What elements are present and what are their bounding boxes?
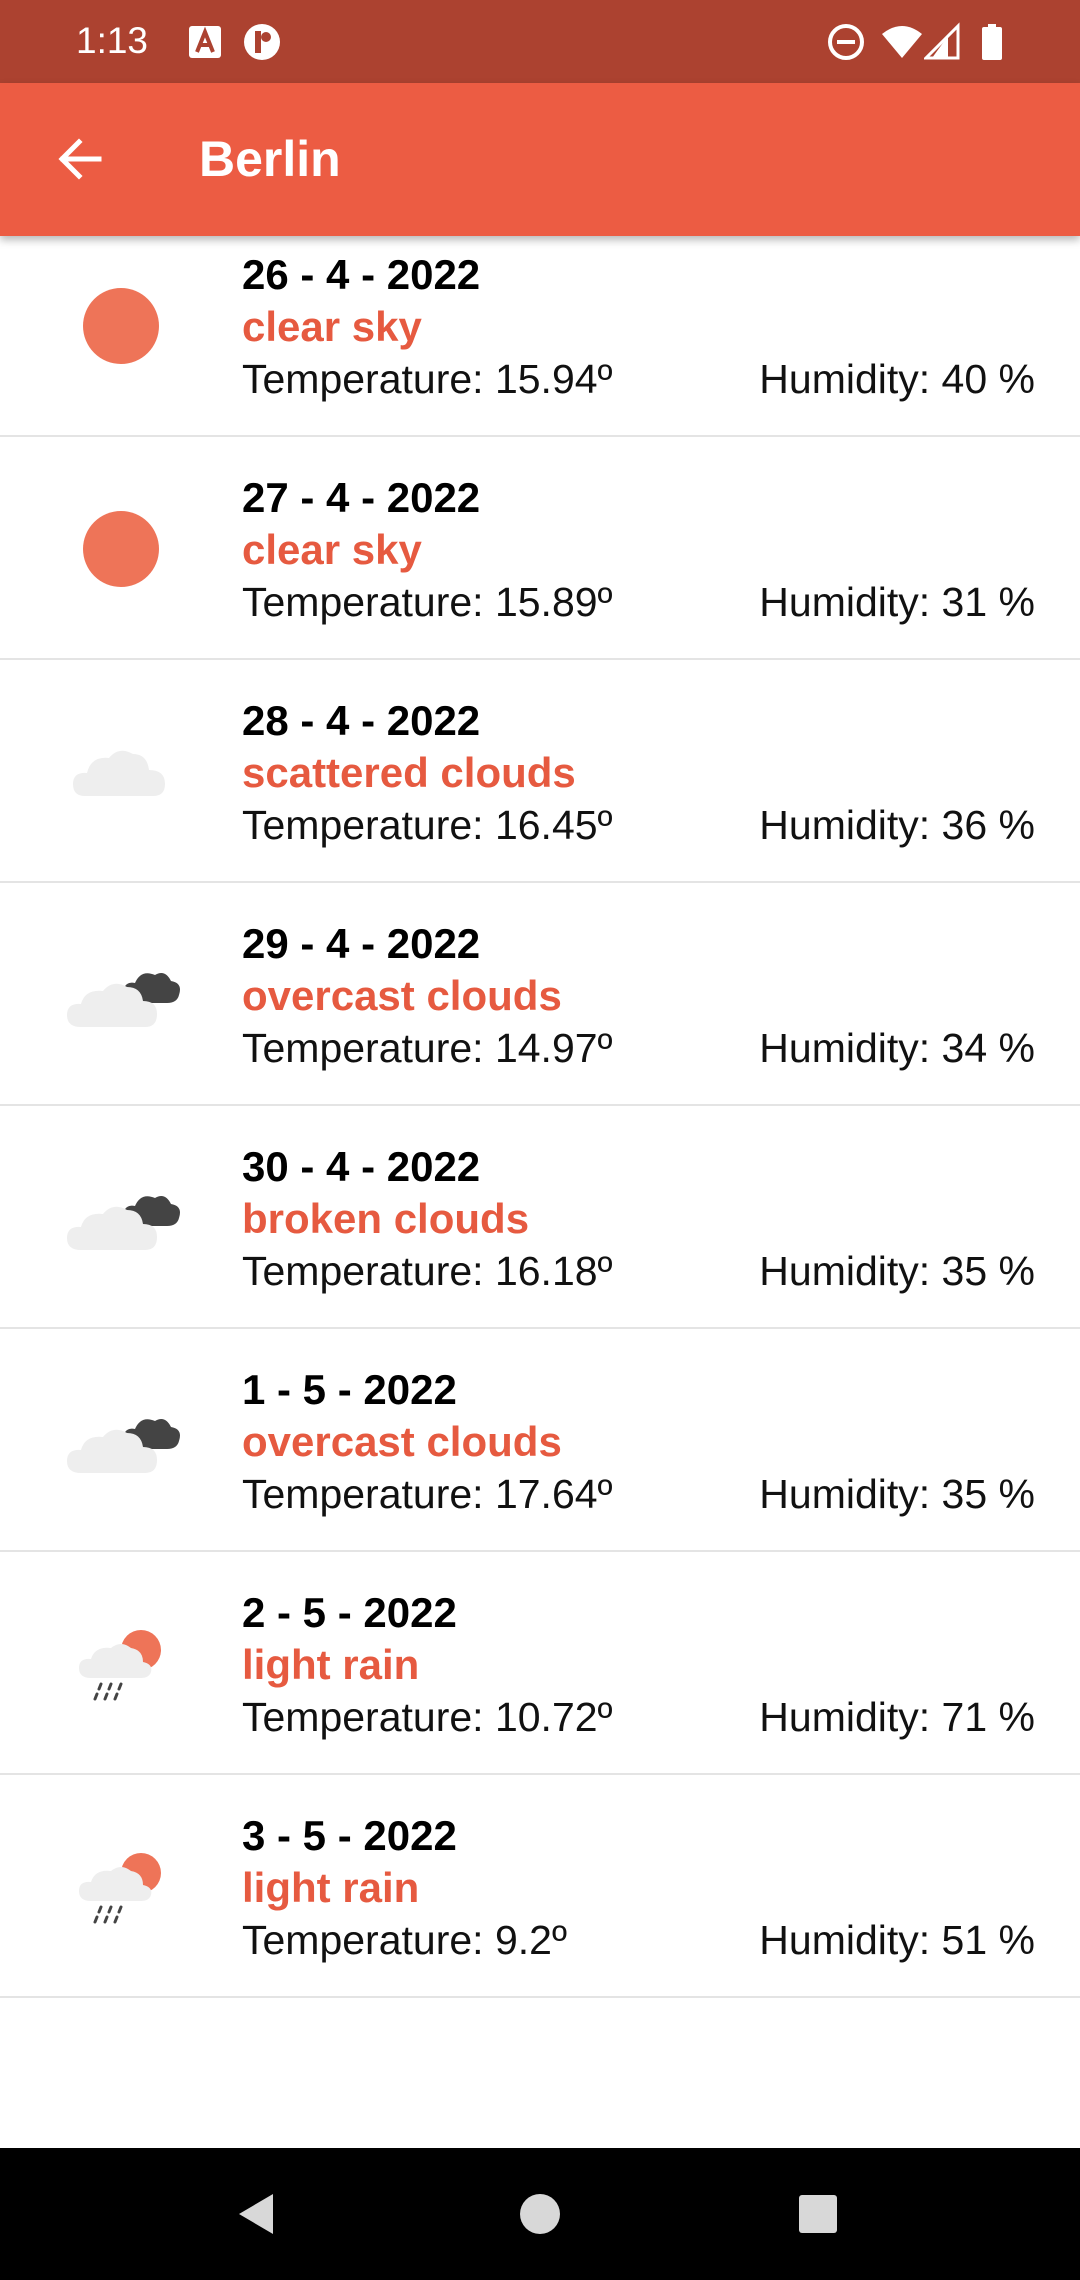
- forecast-temperature: Temperature: 10.72º: [242, 1694, 613, 1740]
- forecast-row[interactable]: 2 - 5 - 2022 light rain Temperature: 10.…: [0, 1552, 1080, 1775]
- forecast-date: 26 - 4 - 2022: [242, 251, 481, 298]
- do-not-disturb-icon: [828, 24, 864, 60]
- arrow-back-icon: [58, 138, 102, 180]
- forecast-row[interactable]: 26 - 4 - 2022 clear sky Temperature: 15.…: [0, 236, 1080, 437]
- forecast-humidity: Humidity: 51 %: [759, 1917, 1035, 1963]
- cellular-signal-icon: [924, 22, 960, 60]
- light-rain-icon: [79, 1630, 161, 1701]
- nav-recents-button[interactable]: [783, 2179, 853, 2249]
- forecast-date: 28 - 4 - 2022: [242, 697, 481, 744]
- forecast-humidity: Humidity: 36 %: [759, 802, 1035, 848]
- forecast-description: broken clouds: [242, 1195, 530, 1242]
- forecast-temperature: Temperature: 16.18º: [242, 1248, 613, 1294]
- clear-sky-icon: [83, 511, 159, 587]
- status-time: 1:13: [76, 20, 149, 61]
- forecast-row[interactable]: 30 - 4 - 2022 broken clouds Temperature:…: [0, 1106, 1080, 1329]
- forecast-date: 30 - 4 - 2022: [242, 1143, 481, 1190]
- forecast-list: 26 - 4 - 2022 clear sky Temperature: 15.…: [0, 236, 1080, 1998]
- app-bar: Berlin: [0, 83, 1080, 236]
- overcast-clouds-icon: [67, 973, 180, 1027]
- forecast-description: overcast clouds: [242, 1418, 562, 1465]
- forecast-humidity: Humidity: 31 %: [759, 579, 1035, 625]
- forecast-temperature: Temperature: 15.89º: [242, 579, 613, 625]
- forecast-description: scattered clouds: [242, 749, 576, 796]
- forecast-temperature: Temperature: 15.94º: [242, 356, 613, 402]
- forecast-temperature: Temperature: 14.97º: [242, 1025, 613, 1071]
- forecast-humidity: Humidity: 35 %: [759, 1471, 1035, 1517]
- forecast-humidity: Humidity: 40 %: [759, 356, 1035, 402]
- forecast-row[interactable]: 3 - 5 - 2022 light rain Temperature: 9.2…: [0, 1775, 1080, 1998]
- forecast-humidity: Humidity: 34 %: [759, 1025, 1035, 1071]
- forecast-humidity: Humidity: 35 %: [759, 1248, 1035, 1294]
- forecast-date: 27 - 4 - 2022: [242, 474, 481, 521]
- nav-back-button[interactable]: [223, 2179, 293, 2249]
- nav-home-icon: [520, 2194, 560, 2234]
- accessibility-icon: [189, 26, 221, 58]
- forecast-date: 2 - 5 - 2022: [242, 1589, 457, 1636]
- forecast-humidity: Humidity: 71 %: [759, 1694, 1035, 1740]
- forecast-temperature: Temperature: 17.64º: [242, 1471, 613, 1517]
- forecast-description: light rain: [242, 1641, 420, 1688]
- clear-sky-icon: [83, 288, 159, 364]
- forecast-row[interactable]: 1 - 5 - 2022 overcast clouds Temperature…: [0, 1329, 1080, 1552]
- nav-back-icon: [239, 2194, 273, 2234]
- nav-home-button[interactable]: [505, 2179, 575, 2249]
- forecast-date: 3 - 5 - 2022: [242, 1812, 457, 1859]
- forecast-row[interactable]: 28 - 4 - 2022 scattered clouds Temperatu…: [0, 660, 1080, 883]
- forecast-description: clear sky: [242, 303, 422, 350]
- overcast-clouds-icon: [67, 1419, 180, 1473]
- forecast-date: 1 - 5 - 2022: [242, 1366, 457, 1413]
- forecast-description: overcast clouds: [242, 972, 562, 1019]
- nav-recents-icon: [799, 2195, 837, 2233]
- navigation-bar: [0, 2148, 1080, 2280]
- forecast-description: light rain: [242, 1864, 420, 1911]
- forecast-temperature: Temperature: 9.2º: [242, 1917, 567, 1963]
- forecast-row[interactable]: 27 - 4 - 2022 clear sky Temperature: 15.…: [0, 437, 1080, 660]
- light-rain-icon: [79, 1853, 161, 1924]
- scattered-clouds-icon: [73, 750, 165, 796]
- status-bar: 1:13: [0, 0, 1080, 83]
- broken-clouds-icon: [67, 1196, 180, 1250]
- forecast-description: clear sky: [242, 526, 422, 573]
- app-notification-icon: [244, 24, 280, 60]
- wifi-icon: [882, 26, 922, 58]
- forecast-row[interactable]: 29 - 4 - 2022 overcast clouds Temperatur…: [0, 883, 1080, 1106]
- battery-icon: [982, 24, 1002, 60]
- page-title: Berlin: [199, 131, 341, 187]
- forecast-date: 29 - 4 - 2022: [242, 920, 481, 967]
- forecast-temperature: Temperature: 16.45º: [242, 802, 613, 848]
- back-button[interactable]: [40, 119, 120, 199]
